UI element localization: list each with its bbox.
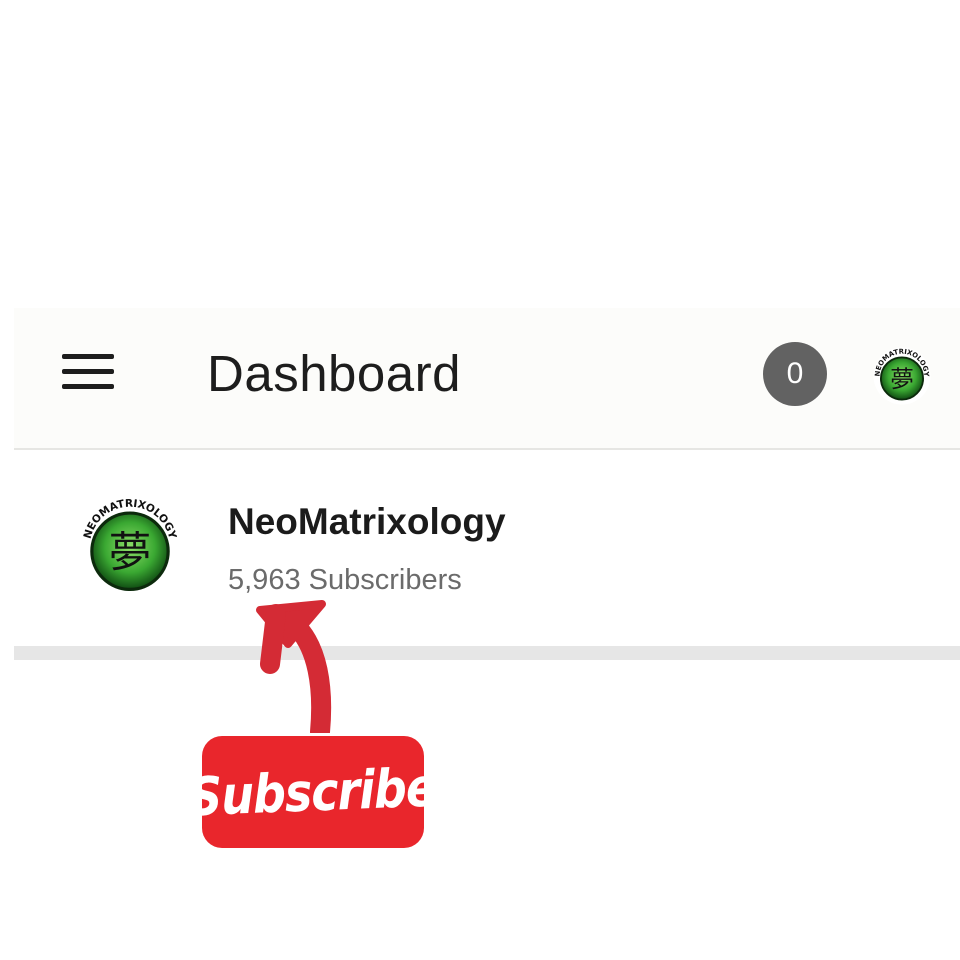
subscribe-label: Subscribe <box>188 756 438 828</box>
hamburger-menu-icon[interactable] <box>62 354 114 394</box>
subscribe-button[interactable]: Subscribe <box>189 736 437 848</box>
curved-arrow-up-icon <box>256 600 332 742</box>
section-divider <box>14 646 960 660</box>
channel-logo: NEOMATRIXOLOGY 夢 <box>77 494 183 600</box>
channel-row[interactable]: NEOMATRIXOLOGY 夢 NeoMatrixology 5,963 Su… <box>14 450 960 646</box>
channel-name: NeoMatrixology <box>228 501 506 542</box>
avatar-logo-glyph: 夢 <box>890 365 914 393</box>
notification-count-badge[interactable]: 0 <box>763 342 827 406</box>
app-bar: Dashboard 0 NEOMATRIXOLOGY 夢 <box>14 308 960 450</box>
profile-avatar-icon[interactable]: NEOMATRIXOLOGY 夢 <box>871 345 933 407</box>
logo-glyph: 夢 <box>109 528 151 577</box>
page-title: Dashboard <box>207 345 461 402</box>
